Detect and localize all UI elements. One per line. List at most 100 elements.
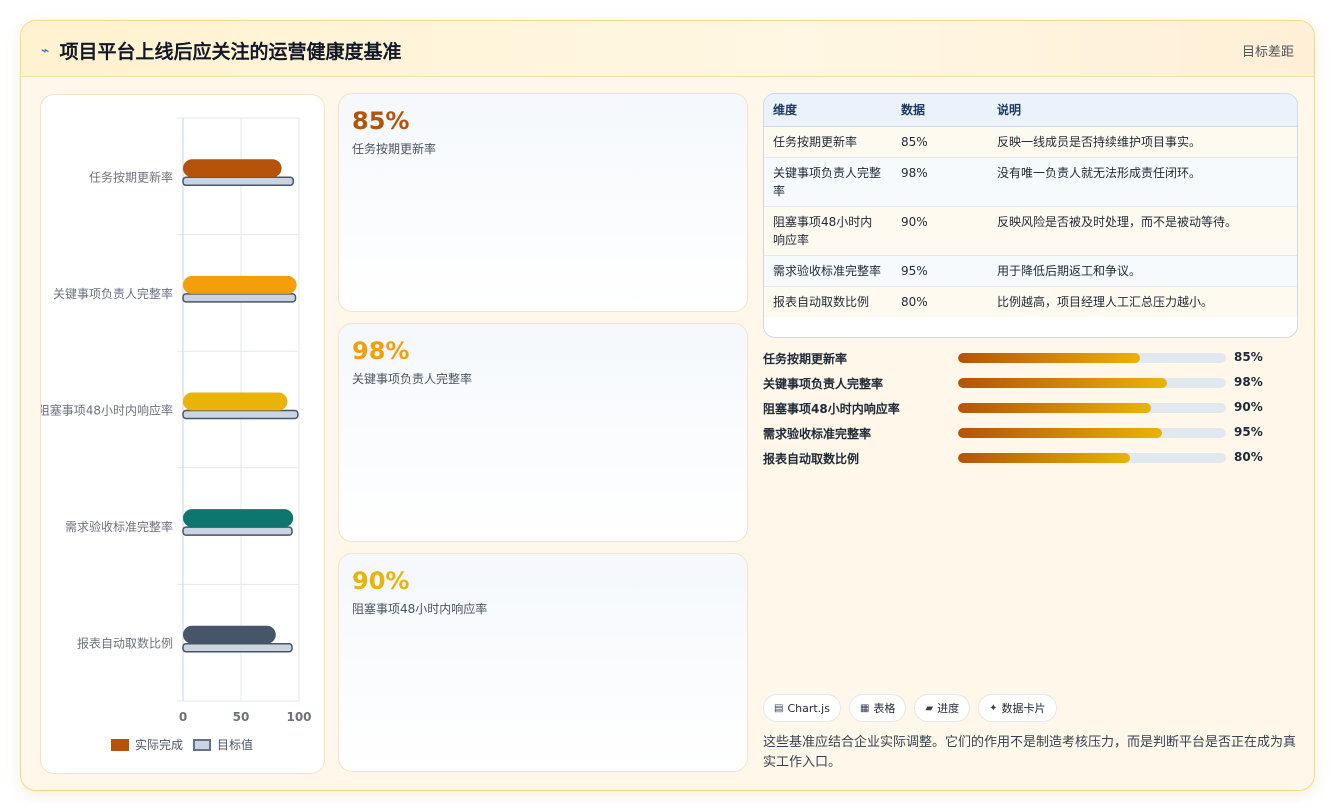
progress-row: 阻塞事项48小时内响应率 90%	[763, 397, 1298, 422]
table-cell: 比例越高，项目经理人工汇总压力越小。	[988, 286, 1297, 317]
card-icon: ✦	[989, 702, 998, 714]
stat-value-1: 85%	[352, 107, 410, 135]
target-gap-label: 目标差距	[1241, 45, 1294, 60]
table-cell: 反映一线成员是否持续维护项目事实。	[988, 126, 1297, 158]
tag-label: 进度	[937, 702, 960, 715]
table-cell: 95%	[892, 255, 988, 287]
progress-track	[958, 428, 1226, 438]
actual-bar	[183, 275, 297, 294]
progress-row: 关键事项负责人完整率 98%	[763, 372, 1298, 397]
target-bar	[182, 293, 297, 303]
table-cell: 80%	[892, 286, 988, 317]
stat-card-1: 85% 任务按期更新率	[338, 93, 748, 312]
stat-label-3: 阻塞事项48小时内响应率	[352, 602, 488, 616]
progress-track	[958, 378, 1226, 388]
metrics-table: 维度 数据 说明 任务按期更新率 85% 反映一线成员是否持续维护项目事实。 关…	[763, 93, 1298, 338]
actual-bar	[183, 159, 282, 178]
category-label: 关键事项负责人完整率	[53, 286, 173, 301]
trend-icon: ⌁	[41, 42, 50, 59]
stat-value-3: 90%	[352, 567, 410, 595]
table-cell: 需求验收标准完整率	[764, 255, 892, 287]
table-cell: 任务按期更新率	[764, 126, 892, 158]
bar-chart: 任务按期更新率关键事项负责人完整率阻塞事项48小时内响应率需求验收标准完整率报表…	[41, 117, 312, 724]
table-header-description: 说明	[988, 94, 1297, 127]
progress-track	[958, 353, 1226, 363]
stat-value-2: 98%	[352, 337, 410, 365]
progress-fill	[958, 353, 1141, 363]
progress-label: 任务按期更新率	[763, 352, 848, 366]
legend-target[interactable]: 目标值	[193, 736, 253, 753]
card-header: ⌁ 项目平台上线后应关注的运营健康度基准 目标差距	[21, 21, 1314, 77]
table-row: 阻塞事项48小时内响应率 90% 反映风险是否被及时处理，而不是被动等待。	[764, 206, 1297, 256]
x-tick-label: 50	[233, 710, 250, 724]
x-tick-label: 100	[286, 710, 311, 724]
table-cell: 报表自动取数比例	[764, 286, 892, 317]
chart-legend: 实际完成 目标值	[111, 736, 253, 753]
stat-card-3: 90% 阻塞事项48小时内响应率	[338, 553, 748, 772]
stat-label-2: 关键事项负责人完整率	[352, 372, 473, 386]
progress-track	[958, 453, 1226, 463]
table-header-dimension: 维度	[764, 94, 892, 127]
legend-target-swatch	[193, 738, 212, 751]
tag-chartjs[interactable]: ▤ Chart.js	[763, 694, 841, 722]
tag-label: 表格	[873, 702, 896, 715]
table-cell: 用于降低后期返工和争议。	[988, 255, 1297, 287]
actual-bar	[183, 625, 276, 644]
actual-bar	[183, 509, 294, 528]
progress-list: 任务按期更新率 85% 关键事项负责人完整率 98% 阻塞事项48小时内响应率 …	[763, 347, 1298, 472]
table-cell: 阻塞事项48小时内响应率	[764, 206, 892, 256]
tag-data-card[interactable]: ✦ 数据卡片	[978, 694, 1057, 722]
progress-percent: 80%	[1234, 450, 1263, 464]
table-cell: 90%	[892, 206, 988, 256]
tag-label: 数据卡片	[1001, 702, 1046, 715]
table-icon: ▦	[859, 702, 870, 714]
table-cell: 反映风险是否被及时处理，而不是被动等待。	[988, 206, 1297, 256]
table-row: 关键事项负责人完整率 98% 没有唯一负责人就无法形成责任闭环。	[764, 157, 1297, 207]
page-title: 项目平台上线后应关注的运营健康度基准	[59, 41, 402, 63]
legend-actual-swatch	[111, 738, 129, 751]
target-bar	[182, 526, 293, 536]
footer-note: 这些基准应结合企业实际调整。它们的作用不是制造考核压力，而是判断平台是否正在成为…	[763, 735, 1297, 770]
legend-actual[interactable]: 实际完成	[111, 736, 183, 753]
progress-percent: 90%	[1234, 400, 1263, 414]
tag-progress[interactable]: ▰ 进度	[914, 694, 971, 722]
x-tick-label: 0	[179, 710, 187, 724]
table-cell: 98%	[892, 157, 988, 207]
category-label: 报表自动取数比例	[77, 636, 173, 651]
progress-track	[958, 403, 1226, 413]
table-row: 需求验收标准完整率 95% 用于降低后期返工和争议。	[764, 255, 1297, 287]
tag-table[interactable]: ▦ 表格	[848, 694, 907, 722]
category-label: 任务按期更新率	[89, 169, 173, 184]
target-bar	[182, 176, 294, 187]
stat-label-1: 任务按期更新率	[352, 142, 437, 156]
stat-card-2: 98% 关键事项负责人完整率	[338, 323, 748, 542]
progress-label: 关键事项负责人完整率	[763, 377, 884, 391]
progress-fill	[958, 378, 1168, 388]
progress-fill	[958, 403, 1151, 413]
target-bar	[182, 409, 299, 420]
legend-target-label: 目标值	[217, 738, 254, 752]
chart-icon: ▤	[774, 702, 784, 714]
progress-percent: 98%	[1234, 375, 1263, 389]
progress-percent: 95%	[1234, 425, 1263, 439]
target-bar	[182, 642, 293, 653]
progress-row: 报表自动取数比例 80%	[763, 447, 1298, 472]
table-cell: 关键事项负责人完整率	[764, 157, 892, 207]
tech-tags: ▤ Chart.js ▦ 表格 ▰ 进度 ✦ 数据卡片	[763, 694, 1057, 722]
actual-bar	[183, 392, 288, 411]
progress-row: 任务按期更新率 85%	[763, 347, 1298, 372]
progress-label: 阻塞事项48小时内响应率	[763, 402, 900, 416]
progress-fill	[958, 428, 1162, 438]
table-row: 任务按期更新率 85% 反映一线成员是否持续维护项目事实。	[764, 126, 1297, 158]
table-row: 报表自动取数比例 80% 比例越高，项目经理人工汇总压力越小。	[764, 286, 1297, 317]
category-label: 需求验收标准完整率	[65, 519, 173, 534]
category-label: 阻塞事项48小时内响应率	[41, 403, 173, 418]
progress-label: 需求验收标准完整率	[763, 427, 872, 441]
health-card: ⌁ 项目平台上线后应关注的运营健康度基准 目标差距 任务按期更新率 关键事项负责人…	[20, 20, 1315, 791]
table-cell: 没有唯一负责人就无法形成责任闭环。	[988, 157, 1297, 207]
progress-row: 需求验收标准完整率 95%	[763, 422, 1298, 447]
table-header-data: 数据	[892, 94, 988, 127]
progress-fill	[958, 453, 1130, 463]
progress-label: 报表自动取数比例	[763, 452, 860, 466]
progress-percent: 85%	[1234, 350, 1263, 364]
